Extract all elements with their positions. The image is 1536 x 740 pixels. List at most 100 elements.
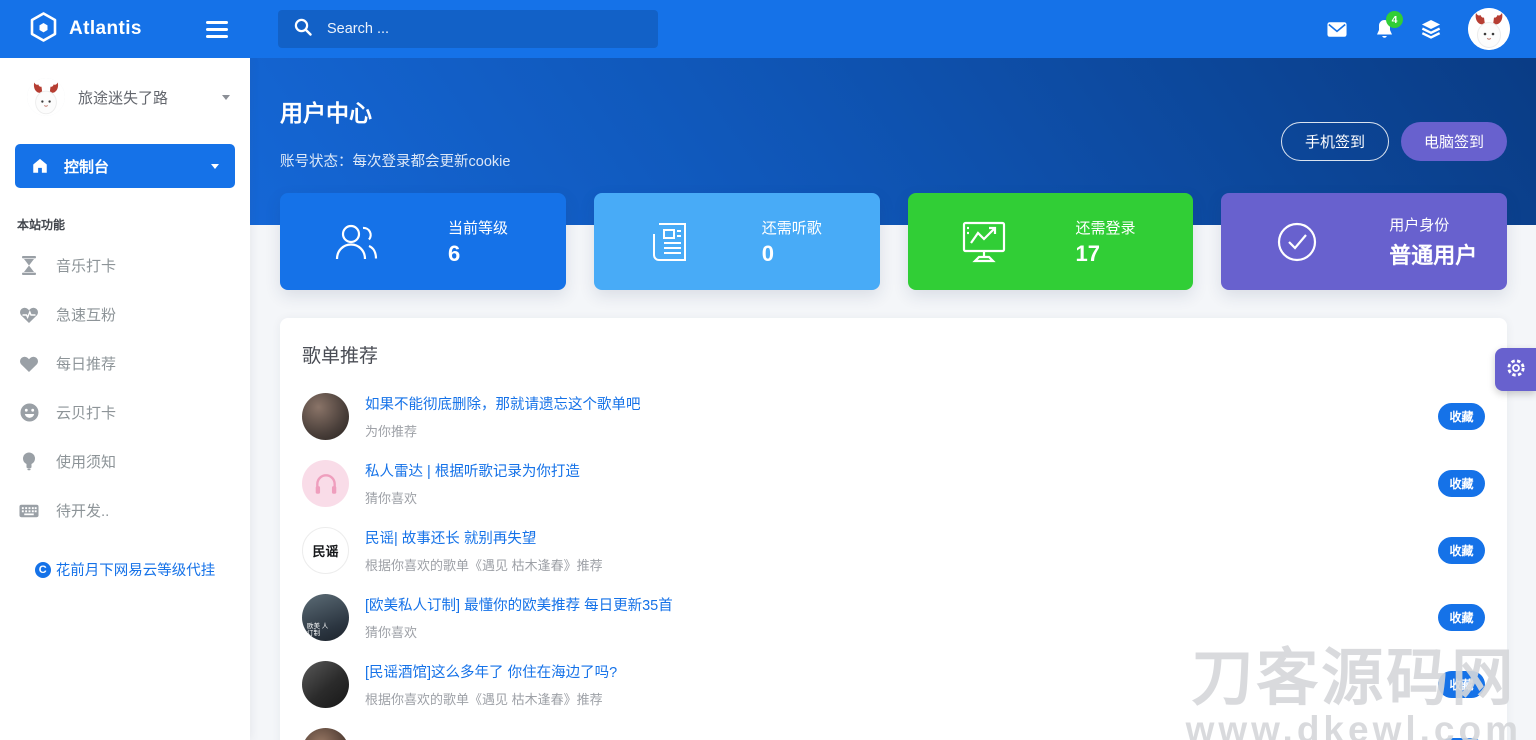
search-icon	[294, 18, 312, 41]
list-item: 欧美 人订制 [欧美私人订制] 最懂你的欧美推荐 每日更新35首 猜你喜欢 收藏	[302, 594, 1485, 641]
heart-icon	[19, 354, 39, 374]
playlist-cover	[302, 460, 349, 507]
playlist-subtitle: 根据你喜欢的歌单《遇见 枯木逢春》推荐	[365, 692, 603, 707]
stat-value: 0	[761, 240, 774, 266]
sidebar-item-music-checkin[interactable]: 音乐打卡	[0, 241, 250, 290]
chevron-down-icon	[222, 94, 230, 100]
page-subtitle: 账号状态：每次登录都会更新cookie	[280, 154, 511, 170]
sidebar-item-label: 使用须知	[56, 454, 117, 471]
copyright-icon: C	[34, 561, 51, 578]
playlist-subtitle: 为你推荐	[365, 424, 418, 439]
stat-value: 17	[1075, 240, 1100, 266]
playlist-panel-title: 歌单推荐	[302, 346, 379, 367]
list-item: 【华语集】好听到可以单曲循环·治愈 收藏	[302, 728, 1485, 740]
hamburger-menu-icon[interactable]	[204, 17, 230, 42]
playlist-subtitle: 猜你喜欢	[365, 491, 418, 506]
atlantis-logo-icon	[30, 11, 57, 47]
bell-icon[interactable]: 4	[1374, 11, 1403, 39]
sidebar-item-fast-follow[interactable]: 急速互粉	[0, 290, 250, 339]
stat-cards: 当前等级 6 还需听歌 0 还需登录 17 用户身份 普通用户	[280, 193, 1507, 290]
sidebar-item-label: 待开发..	[56, 503, 110, 520]
favorite-button[interactable]: 收藏	[1438, 604, 1485, 631]
favorite-button[interactable]: 收藏	[1438, 671, 1485, 698]
stat-card-current-level: 当前等级 6	[280, 193, 566, 290]
sidebar-item-in-development[interactable]: 待开发..	[0, 486, 250, 535]
stat-card-logins-remaining: 还需登录 17	[907, 193, 1194, 290]
playlist-subtitle: 猜你喜欢	[365, 625, 418, 640]
sidebar-footer-link[interactable]: C 花前月下网易云等级代挂	[0, 559, 250, 580]
sidebar-item-daily-recommend[interactable]: 每日推荐	[0, 339, 250, 388]
favorite-button[interactable]: 收藏	[1438, 537, 1485, 564]
footer-link-label: 花前月下网易云等级代挂	[55, 563, 216, 579]
hourglass-icon	[19, 256, 39, 276]
playlist-title-link[interactable]: 民谣| 故事还长 就别再失望	[365, 527, 1438, 548]
page-header: 用户中心 账号状态：每次登录都会更新cookie 手机签到 电脑签到	[250, 58, 1536, 171]
favorite-button[interactable]: 收藏	[1438, 470, 1485, 497]
check-circle-icon	[1271, 216, 1323, 268]
search-bar[interactable]	[278, 10, 658, 48]
sidebar-item-usage-notice[interactable]: 使用须知	[0, 437, 250, 486]
pc-signin-button[interactable]: 电脑签到	[1400, 122, 1507, 161]
navbar-main: 4	[250, 0, 1536, 58]
favorite-button[interactable]: 收藏	[1438, 403, 1485, 430]
search-input[interactable]	[327, 21, 642, 37]
phone-signin-button[interactable]: 手机签到	[1280, 122, 1389, 161]
keyboard-icon	[19, 501, 39, 521]
sidebar-item-label: 每日推荐	[56, 356, 117, 373]
list-item: [民谣酒馆]这么多年了 你住在海边了吗? 根据你喜欢的歌单《遇见 枯木逢春》推荐…	[302, 661, 1485, 708]
top-navbar: Atlantis Search ... 4	[0, 0, 1536, 58]
sidebar-item-label: 急速互粉	[56, 307, 117, 324]
stat-label: 用户身份	[1389, 216, 1450, 234]
playlist-title-link[interactable]: [民谣酒馆]这么多年了 你住在海边了吗?	[365, 661, 1438, 682]
sidebar-item-label: 云贝打卡	[56, 405, 117, 422]
navbar-icons: 4	[1327, 8, 1510, 50]
playlist-title-link[interactable]: 如果不能彻底删除，那就请遗忘这个歌单吧	[365, 393, 1438, 414]
sidebar-section-label: 本站功能	[17, 218, 66, 232]
stat-value: 普通用户	[1389, 242, 1478, 268]
playlist-cover: 民谣	[302, 527, 349, 574]
playlist-cover	[302, 661, 349, 708]
settings-fab[interactable]	[1495, 348, 1536, 391]
gear-icon	[1505, 357, 1527, 382]
mail-icon[interactable]	[1327, 19, 1347, 39]
stat-card-user-identity: 用户身份 普通用户	[1221, 193, 1507, 290]
main-content: 用户中心 账号状态：每次登录都会更新cookie 手机签到 电脑签到 当前等级 …	[250, 58, 1536, 740]
playlist-subtitle: 根据你喜欢的歌单《遇见 枯木逢春》推荐	[365, 558, 603, 573]
heartbeat-icon	[19, 305, 39, 325]
playlist-cover-caption: 欧美 人订制	[307, 623, 329, 637]
newspaper-icon	[644, 216, 696, 268]
playlist-panel: 歌单推荐 如果不能彻底删除，那就请遗忘这个歌单吧 为你推荐 收藏 私人雷达 | …	[280, 318, 1507, 740]
layers-icon[interactable]	[1421, 19, 1441, 39]
users-icon	[330, 216, 382, 268]
stat-label: 还需听歌	[761, 219, 822, 237]
sidebar-item-console[interactable]: 控制台	[15, 144, 235, 188]
playlist-title-link[interactable]: [欧美私人订制] 最懂你的欧美推荐 每日更新35首	[365, 594, 1438, 615]
stat-card-songs-remaining: 还需听歌 0	[593, 193, 880, 290]
page-title: 用户中心	[280, 100, 372, 126]
lightbulb-icon	[19, 452, 39, 472]
sidebar: 旅途迷失了路 控制台 本站功能 音乐打卡 急速互粉 每日推荐 云贝打卡 使用须知…	[0, 58, 250, 740]
list-item: 民谣 民谣| 故事还长 就别再失望 根据你喜欢的歌单《遇见 枯木逢春》推荐 收藏	[302, 527, 1485, 574]
brand-name: Atlantis	[69, 18, 142, 39]
smiley-icon	[19, 403, 39, 423]
sidebar-item-label: 音乐打卡	[56, 258, 117, 275]
list-item: 私人雷达 | 根据听歌记录为你打造 猜你喜欢 收藏	[302, 460, 1485, 507]
home-icon	[31, 157, 49, 175]
notification-badge: 4	[1386, 11, 1403, 28]
stat-label: 当前等级	[448, 219, 509, 237]
stat-value: 6	[448, 240, 461, 266]
sidebar-profile[interactable]: 旅途迷失了路	[0, 58, 250, 128]
monitor-chart-icon	[958, 216, 1010, 268]
list-item: 如果不能彻底删除，那就请遗忘这个歌单吧 为你推荐 收藏	[302, 393, 1485, 440]
profile-username: 旅途迷失了路	[78, 89, 169, 107]
header-actions: 手机签到 电脑签到	[1280, 122, 1507, 171]
console-label: 控制台	[64, 158, 110, 176]
playlist-cover	[302, 393, 349, 440]
playlist-cover: 欧美 人订制	[302, 594, 349, 641]
stat-label: 还需登录	[1075, 219, 1136, 237]
page-header-text: 用户中心 账号状态：每次登录都会更新cookie	[280, 94, 510, 171]
sidebar-item-yunbei-checkin[interactable]: 云贝打卡	[0, 388, 250, 437]
playlist-title-link[interactable]: 私人雷达 | 根据听歌记录为你打造	[365, 460, 1438, 481]
chevron-down-icon	[211, 163, 219, 169]
user-avatar[interactable]	[1468, 8, 1510, 50]
